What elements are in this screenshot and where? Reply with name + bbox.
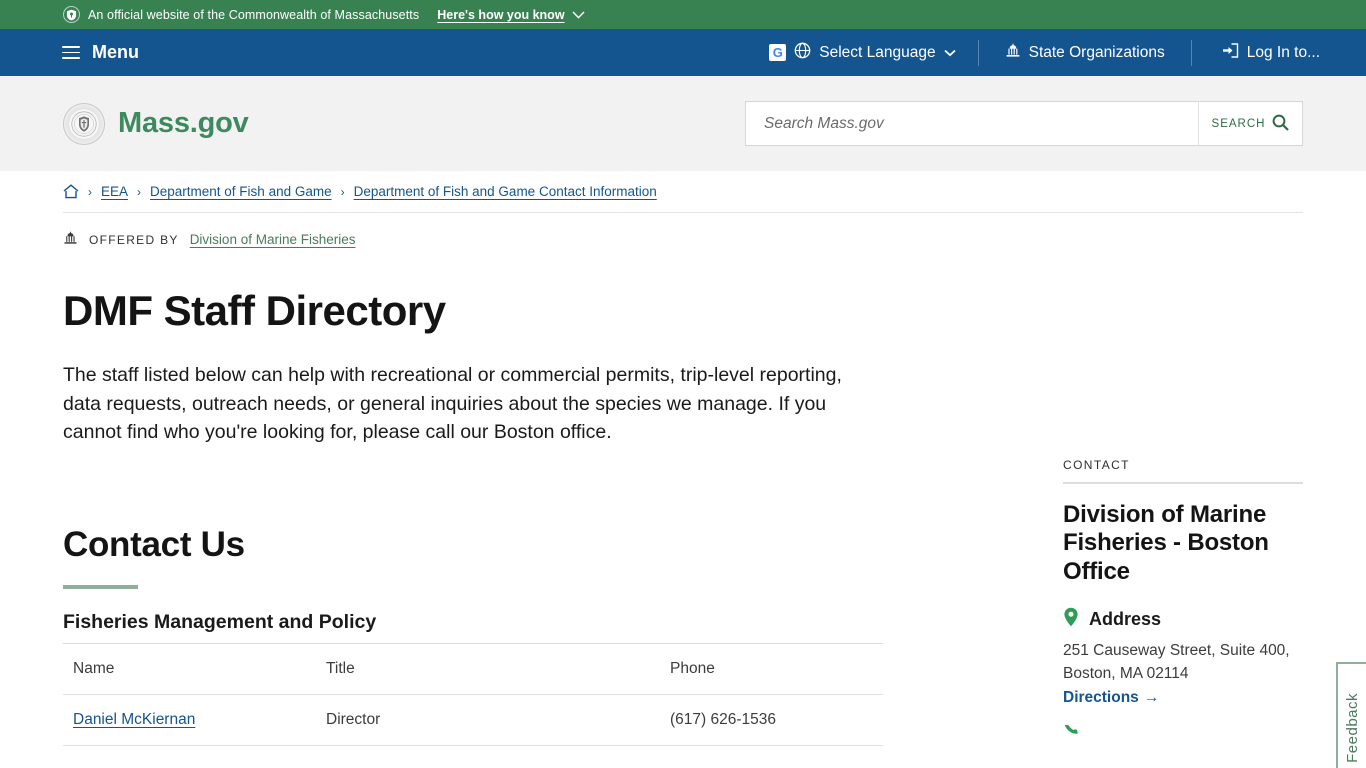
state-organizations-label: State Organizations — [1028, 43, 1165, 61]
chevron-down-icon — [943, 44, 956, 62]
state-organizations-link[interactable]: State Organizations — [979, 43, 1191, 63]
main-menu-button[interactable]: Menu — [62, 42, 139, 63]
site-search: SEARCH — [745, 101, 1303, 146]
table-header-row: Name Title Phone — [63, 642, 883, 695]
capitol-building-icon — [63, 231, 78, 248]
heres-how-you-know-label: Here's how you know — [437, 7, 565, 22]
globe-icon — [794, 42, 811, 64]
page-title: DMF Staff Directory — [63, 287, 446, 334]
main-menu-label: Menu — [92, 42, 139, 62]
staff-directory-table: Name Title Phone Daniel McKiernan Direct… — [63, 642, 883, 746]
arrow-right-icon: → — [1143, 688, 1160, 706]
contact-phone-block-partial — [1063, 724, 1303, 735]
column-header-name: Name — [63, 642, 316, 695]
log-in-to-button[interactable]: Log In to... — [1192, 42, 1366, 63]
offered-by-organization-link[interactable]: Division of Marine Fisheries — [190, 232, 356, 247]
breadcrumb-separator: › — [88, 184, 92, 199]
table-row: Daniel McKiernan Director (617) 626-1536 — [63, 694, 883, 746]
offered-by: OFFERED BY Division of Marine Fisheries — [63, 213, 1303, 248]
staff-name-link[interactable]: Daniel McKiernan — [73, 711, 195, 728]
address-heading-row: Address — [1063, 607, 1303, 632]
offered-by-label: OFFERED BY — [89, 232, 179, 247]
main-column: DMF Staff Directory The staff listed bel… — [63, 248, 943, 746]
magnifier-icon — [1272, 114, 1290, 134]
directions-label: Directions — [1063, 688, 1139, 706]
search-button[interactable]: SEARCH — [1198, 102, 1302, 145]
breadcrumb-item-contact-information[interactable]: Department of Fish and Game Contact Info… — [354, 184, 657, 199]
phone-heading-row — [1063, 724, 1303, 735]
feedback-label: Feedback — [1343, 692, 1361, 763]
staff-name-cell: Daniel McKiernan — [63, 694, 316, 746]
breadcrumb-item-eea[interactable]: EEA — [101, 184, 128, 199]
commonwealth-seal-icon — [63, 102, 105, 145]
select-language-label: Select Language — [819, 43, 936, 61]
search-button-label: SEARCH — [1211, 117, 1266, 130]
mass-gov-wordmark: Mass.gov — [118, 107, 249, 139]
breadcrumb-separator: › — [340, 184, 345, 199]
contact-address-block: Address 251 Causeway Street, Suite 400, … — [1063, 607, 1303, 707]
address-line-2: Boston, MA 02114 — [1063, 664, 1189, 682]
page-intro-text: The staff listed below can help with rec… — [63, 364, 842, 444]
column-header-title: Title — [316, 642, 660, 695]
contact-divider — [1063, 482, 1303, 484]
breadcrumb-separator: › — [137, 184, 142, 199]
hamburger-icon — [62, 46, 80, 59]
address-line-1: 251 Causeway Street, Suite 400, — [1063, 641, 1290, 659]
home-icon[interactable] — [63, 184, 79, 199]
heres-how-you-know-toggle[interactable]: Here's how you know — [437, 7, 585, 22]
column-header-phone: Phone — [660, 642, 883, 695]
shield-seal-icon — [63, 6, 80, 23]
staff-title-cell: Director — [316, 694, 660, 746]
map-pin-icon — [1063, 607, 1079, 632]
page-body: › EEA › Department of Fish and Game › De… — [0, 171, 1366, 768]
breadcrumb: › EEA › Department of Fish and Game › De… — [63, 171, 1303, 213]
content-columns: DMF Staff Directory The staff listed bel… — [63, 248, 1303, 746]
utility-nav-right-group: G Select Language State Organizations Lo… — [769, 29, 1366, 76]
directions-link[interactable]: Directions → — [1063, 689, 1159, 707]
contact-office-name: Division of Marine Fisheries - Boston Of… — [1063, 501, 1269, 585]
mass-gov-home-link[interactable]: Mass.gov — [63, 102, 249, 145]
phone-icon — [1063, 724, 1079, 735]
staff-group-title: Fisheries Management and Policy — [63, 610, 377, 633]
google-translate-icon: G — [769, 44, 787, 61]
site-masthead: Mass.gov SEARCH — [0, 76, 1366, 171]
chevron-down-icon — [572, 8, 585, 22]
login-arrow-icon — [1222, 42, 1239, 63]
log-in-to-label: Log In to... — [1246, 43, 1320, 61]
heading-accent-rule — [63, 584, 138, 589]
capitol-building-icon — [1005, 43, 1021, 63]
contact-kicker: CONTACT — [1063, 458, 1130, 472]
official-banner-text: An official website of the Commonwealth … — [88, 7, 420, 22]
feedback-tab[interactable]: Feedback — [1336, 662, 1366, 768]
official-website-banner: An official website of the Commonwealth … — [0, 0, 1366, 29]
breadcrumb-item-fish-and-game[interactable]: Department of Fish and Game — [150, 184, 332, 199]
address-heading: Address — [1089, 608, 1162, 629]
staff-phone-cell: (617) 626-1536 — [660, 694, 883, 746]
address-lines: 251 Causeway Street, Suite 400, Boston, … — [1063, 639, 1303, 685]
select-language-button[interactable]: G Select Language — [769, 42, 977, 64]
contact-us-heading: Contact Us — [63, 524, 245, 564]
contact-sidebar: CONTACT Division of Marine Fisheries - B… — [943, 248, 1303, 746]
search-input[interactable] — [746, 102, 1198, 145]
utility-navigation-bar: Menu G Select Language State Organizatio… — [0, 29, 1366, 76]
